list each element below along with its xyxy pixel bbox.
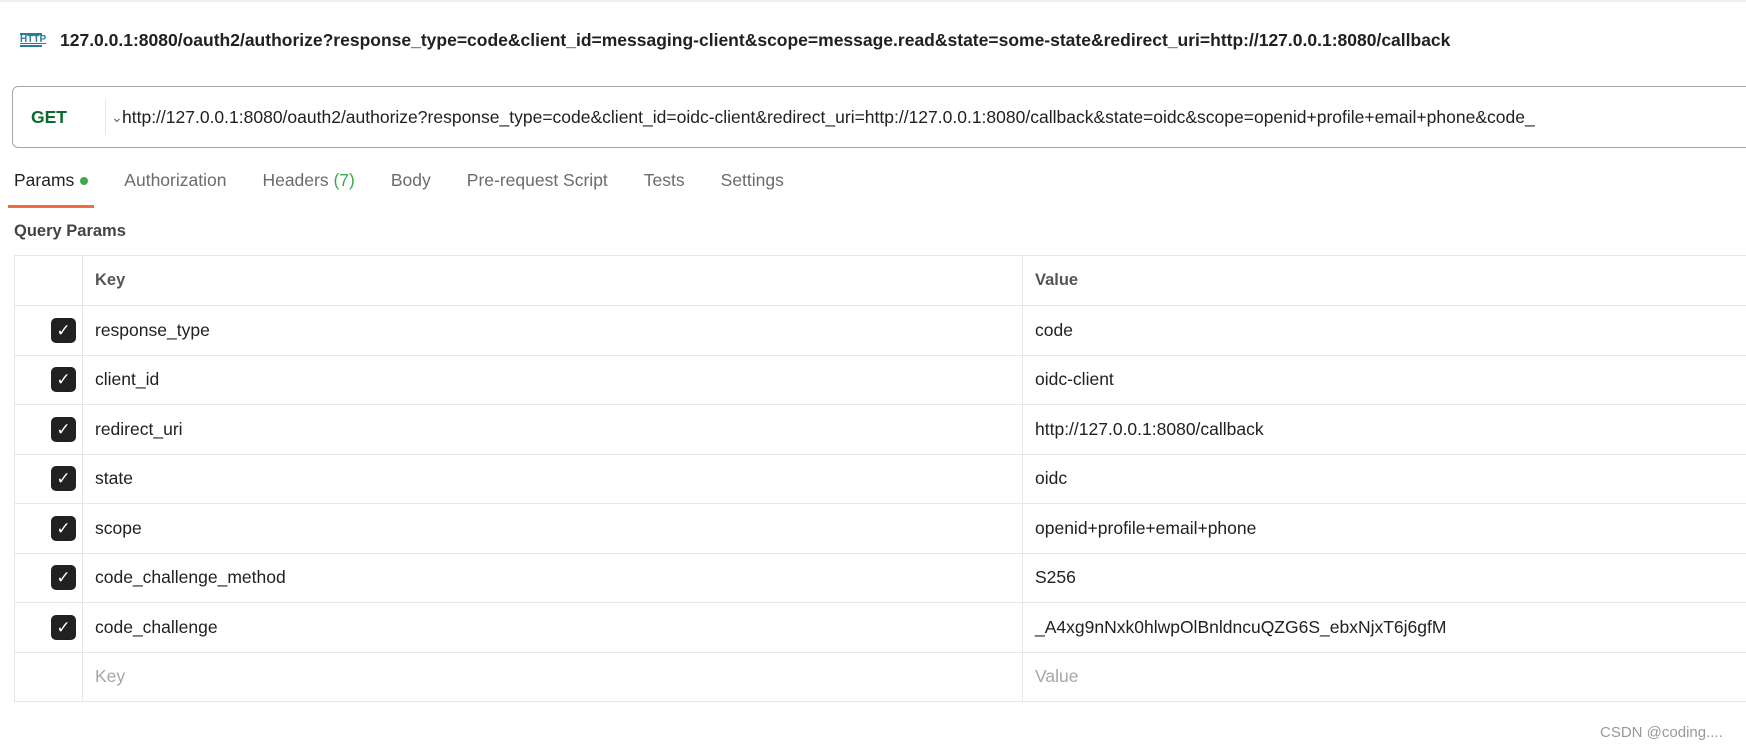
tab-authorization[interactable]: Authorization bbox=[124, 170, 226, 208]
chevron-down-icon: ⌄ bbox=[110, 108, 123, 125]
param-key[interactable]: client_id bbox=[82, 354, 1023, 405]
tab-settings[interactable]: Settings bbox=[721, 170, 784, 208]
checkbox-checked-icon[interactable]: ✓ bbox=[51, 565, 76, 591]
param-key[interactable]: code_challenge bbox=[82, 602, 1023, 653]
row-checkbox-cell: ✓ bbox=[14, 453, 83, 504]
tab-label: Settings bbox=[720, 170, 784, 190]
param-key[interactable]: response_type bbox=[82, 305, 1023, 356]
method-select[interactable]: GET ⌄ bbox=[13, 87, 123, 147]
tab-pre-request-script[interactable]: Pre-request Script bbox=[467, 170, 608, 208]
request-title-bar: HTTP 127.0.0.1:8080/oauth2/authorize?res… bbox=[20, 28, 1450, 52]
query-params-table: Key Value ✓ response_type code ✓ client_i… bbox=[14, 255, 1746, 702]
row-checkbox-cell: ✓ bbox=[14, 404, 83, 455]
method-label: GET bbox=[31, 106, 67, 127]
tab-body[interactable]: Body bbox=[391, 170, 431, 208]
tab-label: Authorization bbox=[124, 170, 227, 190]
table-row: ✓ scope openid+profile+email+phone bbox=[14, 503, 1746, 554]
table-row: ✓ client_id oidc-client bbox=[14, 354, 1746, 405]
watermark: CSDN @coding.... bbox=[1600, 724, 1723, 741]
checkbox-checked-icon[interactable]: ✓ bbox=[51, 515, 76, 541]
checkbox-checked-icon[interactable]: ✓ bbox=[51, 416, 76, 442]
divider bbox=[105, 99, 106, 135]
tab-label: Tests bbox=[643, 170, 685, 190]
tab-label: Body bbox=[390, 170, 431, 190]
table-row: ✓ code_challenge_method S256 bbox=[14, 552, 1746, 603]
param-value[interactable]: S256 bbox=[1022, 552, 1746, 603]
param-value[interactable]: _A4xg9nNxk0hlwpOlBnldncuQZG6S_ebxNjxT6j6… bbox=[1022, 602, 1746, 653]
table-row: ✓ response_type code bbox=[14, 305, 1746, 356]
param-key[interactable]: code_challenge_method bbox=[82, 552, 1023, 603]
new-value-input[interactable]: Value bbox=[1022, 651, 1746, 702]
status-dot-icon bbox=[80, 177, 89, 186]
param-value[interactable]: http://127.0.0.1:8080/callback bbox=[1022, 404, 1746, 455]
checkbox-checked-icon[interactable]: ✓ bbox=[51, 367, 76, 393]
table-header-row: Key Value bbox=[14, 255, 1746, 306]
top-border bbox=[0, 0, 1746, 2]
param-value[interactable]: openid+profile+email+phone bbox=[1022, 503, 1746, 554]
http-request-icon: HTTP bbox=[20, 33, 47, 47]
param-key[interactable]: redirect_uri bbox=[82, 404, 1023, 455]
key-header: Key bbox=[82, 255, 1023, 306]
tab-tests[interactable]: Tests bbox=[644, 170, 685, 208]
checkbox-checked-icon[interactable]: ✓ bbox=[51, 317, 76, 343]
row-checkbox-cell: ✓ bbox=[14, 552, 83, 603]
request-title[interactable]: 127.0.0.1:8080/oauth2/authorize?response… bbox=[60, 30, 1450, 51]
url-bar: GET ⌄ http://127.0.0.1:8080/oauth2/autho… bbox=[12, 86, 1746, 148]
tab-headers[interactable]: Headers (7) bbox=[262, 170, 354, 208]
row-checkbox-cell: ✓ bbox=[14, 602, 83, 653]
url-input[interactable]: http://127.0.0.1:8080/oauth2/authorize?r… bbox=[122, 107, 1535, 128]
table-row: ✓ redirect_uri http://127.0.0.1:8080/cal… bbox=[14, 404, 1746, 455]
row-checkbox-cell: ✓ bbox=[14, 503, 83, 554]
param-key[interactable]: scope bbox=[82, 503, 1023, 554]
param-value[interactable]: oidc-client bbox=[1022, 354, 1746, 405]
param-value[interactable]: oidc bbox=[1022, 453, 1746, 504]
param-value[interactable]: code bbox=[1022, 305, 1746, 356]
param-key[interactable]: state bbox=[82, 453, 1023, 504]
table-row: ✓ code_challenge _A4xg9nNxk0hlwpOlBnldnc… bbox=[14, 602, 1746, 653]
table-row: ✓ state oidc bbox=[14, 453, 1746, 504]
tab-label: Headers bbox=[262, 170, 329, 190]
query-params-heading: Query Params bbox=[14, 222, 126, 240]
row-checkbox-cell: ✓ bbox=[14, 354, 83, 405]
new-param-row: Key Value bbox=[14, 651, 1746, 702]
tab-params[interactable]: Params bbox=[7, 170, 95, 208]
checkbox-header bbox=[14, 255, 83, 306]
tab-label: Pre-request Script bbox=[466, 170, 608, 190]
checkbox-checked-icon[interactable]: ✓ bbox=[51, 466, 76, 492]
tab-label: Params bbox=[14, 170, 75, 190]
row-checkbox-cell: ✓ bbox=[14, 305, 83, 356]
checkbox-checked-icon[interactable]: ✓ bbox=[51, 614, 76, 640]
request-tabs: Params Authorization Headers (7) Body Pr… bbox=[7, 170, 820, 208]
value-header: Value bbox=[1022, 255, 1746, 306]
empty-checkbox-cell bbox=[14, 651, 83, 702]
headers-count: (7) bbox=[333, 170, 355, 190]
new-key-input[interactable]: Key bbox=[82, 651, 1023, 702]
